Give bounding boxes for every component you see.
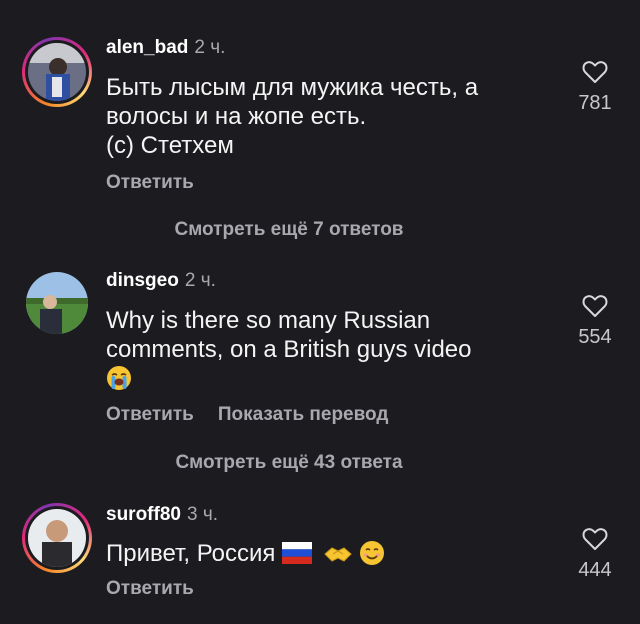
avatar <box>28 43 86 101</box>
heart-icon[interactable] <box>582 294 608 318</box>
comment-text-line: comments, on a British guys video <box>106 336 472 363</box>
smiling-face-icon <box>360 541 385 565</box>
like-count: 554 <box>578 326 612 348</box>
view-more-replies-button[interactable]: Смотреть ещё 7 ответов <box>0 219 578 241</box>
comment-text: Привет, Россия <box>106 539 546 568</box>
timestamp: 2 ч. <box>194 37 226 58</box>
username[interactable]: alen_bad <box>106 37 188 58</box>
like-button[interactable]: 781 <box>566 60 624 115</box>
reply-button[interactable]: Ответить <box>106 578 194 599</box>
loudly-crying-face-icon <box>107 366 131 390</box>
heart-icon[interactable] <box>582 60 608 84</box>
username[interactable]: dinsgeo <box>106 270 179 291</box>
heart-icon[interactable] <box>582 527 608 551</box>
timestamp: 3 ч. <box>186 504 218 525</box>
russia-flag-icon <box>282 542 313 564</box>
handshake-icon <box>324 547 352 562</box>
comment-text: Why is there so many Russian comments, o… <box>106 306 546 393</box>
timestamp: 2 ч. <box>184 270 216 291</box>
view-more-replies-button[interactable]: Смотреть ещё 43 ответа <box>0 452 578 474</box>
reply-button[interactable]: Ответить <box>106 404 194 425</box>
comment-text-line: (с) Стетхем <box>106 132 234 159</box>
avatar <box>28 509 86 567</box>
comment-text: Быть лысым для мужика честь, а волосы и … <box>106 73 546 160</box>
like-count: 781 <box>578 92 612 114</box>
comment-text-line: Привет, Россия <box>106 540 276 567</box>
reply-button[interactable]: Ответить <box>106 172 194 193</box>
like-button[interactable]: 444 <box>566 527 624 582</box>
avatar <box>26 272 88 334</box>
username[interactable]: suroff80 <box>106 504 181 525</box>
comment-text-line: Why is there so many Russian <box>106 307 431 334</box>
avatar-container[interactable] <box>22 268 92 338</box>
like-count: 444 <box>578 559 612 581</box>
avatar-story-ring[interactable] <box>22 503 92 573</box>
like-button[interactable]: 554 <box>566 294 624 349</box>
comment-text-line: волосы и на жопе есть. <box>106 103 367 130</box>
show-translation-button[interactable]: Показать перевод <box>218 404 389 425</box>
comment-text-line: Быть лысым для мужика честь, а <box>106 74 479 101</box>
avatar-story-ring[interactable] <box>22 37 92 107</box>
